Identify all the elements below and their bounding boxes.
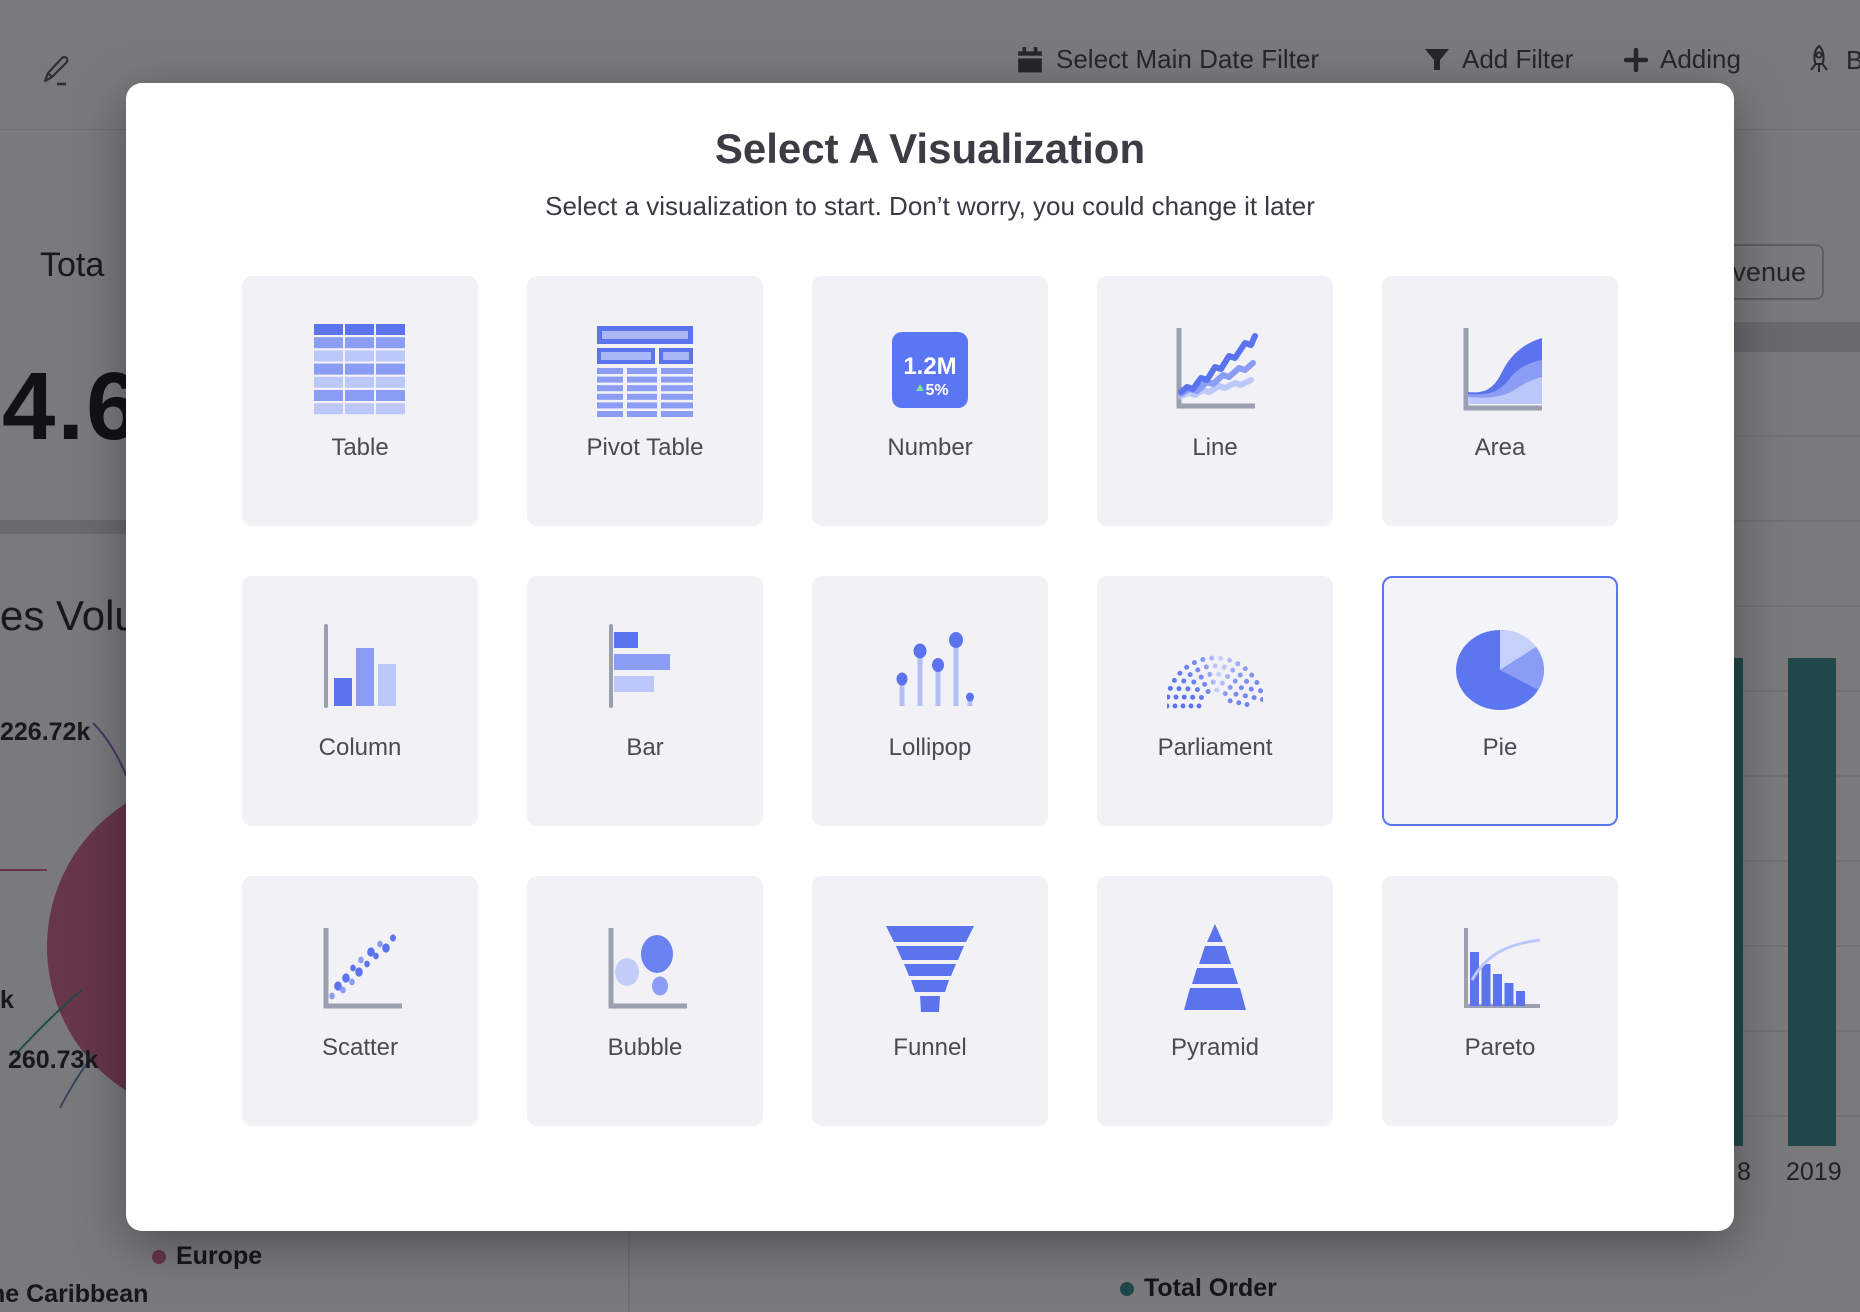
viz-option-label: Parliament <box>1158 734 1273 762</box>
screen: Select Main Date Filter Add Filter Addin… <box>0 0 1860 1312</box>
table-chart-icon <box>312 322 408 418</box>
viz-option-label: Pie <box>1483 734 1518 762</box>
viz-option-label: Lollipop <box>889 734 972 762</box>
svg-text:1.2M: 1.2M <box>903 353 956 380</box>
funnel-chart-icon <box>882 922 978 1018</box>
pyramid-chart-icon <box>1167 922 1263 1018</box>
modal-subtitle: Select a visualization to start. Don’t w… <box>126 191 1734 222</box>
bubble-chart-icon <box>597 922 693 1018</box>
area-chart-icon <box>1452 322 1548 418</box>
column-chart-icon <box>312 622 408 718</box>
visualization-grid: Table Pivot Table 1.2M 5% Number Line Are… <box>242 276 1618 1126</box>
viz-option-pivot[interactable]: Pivot Table <box>527 276 763 526</box>
viz-option-label: Table <box>331 434 388 462</box>
viz-option-parliament[interactable]: Parliament <box>1097 576 1333 826</box>
viz-option-area[interactable]: Area <box>1382 276 1618 526</box>
viz-option-lollipop[interactable]: Lollipop <box>812 576 1048 826</box>
viz-option-pareto[interactable]: Pareto <box>1382 876 1618 1126</box>
viz-option-label: Area <box>1475 434 1526 462</box>
viz-option-label: Column <box>319 734 402 762</box>
viz-option-scatter[interactable]: Scatter <box>242 876 478 1126</box>
viz-option-pie[interactable]: Pie <box>1382 576 1618 826</box>
number-chart-icon: 1.2M 5% <box>882 322 978 418</box>
pivot-chart-icon <box>597 322 693 418</box>
viz-option-label: Pareto <box>1465 1034 1536 1062</box>
viz-option-label: Pivot Table <box>587 434 704 462</box>
viz-option-line[interactable]: Line <box>1097 276 1333 526</box>
viz-option-label: Scatter <box>322 1034 398 1062</box>
bar-chart-icon <box>597 622 693 718</box>
parliament-chart-icon <box>1167 622 1263 718</box>
viz-option-label: Pyramid <box>1171 1034 1259 1062</box>
viz-option-label: Bar <box>626 734 663 762</box>
modal-title: Select A Visualization <box>126 125 1734 173</box>
line-chart-icon <box>1167 322 1263 418</box>
pie-chart-icon <box>1452 622 1548 718</box>
viz-option-label: Bubble <box>608 1034 683 1062</box>
viz-option-bar[interactable]: Bar <box>527 576 763 826</box>
svg-text:5%: 5% <box>925 382 948 399</box>
viz-option-number[interactable]: 1.2M 5% Number <box>812 276 1048 526</box>
lollipop-chart-icon <box>882 622 978 718</box>
viz-option-bubble[interactable]: Bubble <box>527 876 763 1126</box>
viz-option-label: Funnel <box>893 1034 966 1062</box>
viz-option-funnel[interactable]: Funnel <box>812 876 1048 1126</box>
viz-option-column[interactable]: Column <box>242 576 478 826</box>
select-visualization-modal: Select A Visualization Select a visualiz… <box>126 83 1734 1231</box>
pareto-chart-icon <box>1452 922 1548 1018</box>
viz-option-label: Line <box>1192 434 1237 462</box>
viz-option-pyramid[interactable]: Pyramid <box>1097 876 1333 1126</box>
viz-option-table[interactable]: Table <box>242 276 478 526</box>
scatter-chart-icon <box>312 922 408 1018</box>
viz-option-label: Number <box>887 434 972 462</box>
